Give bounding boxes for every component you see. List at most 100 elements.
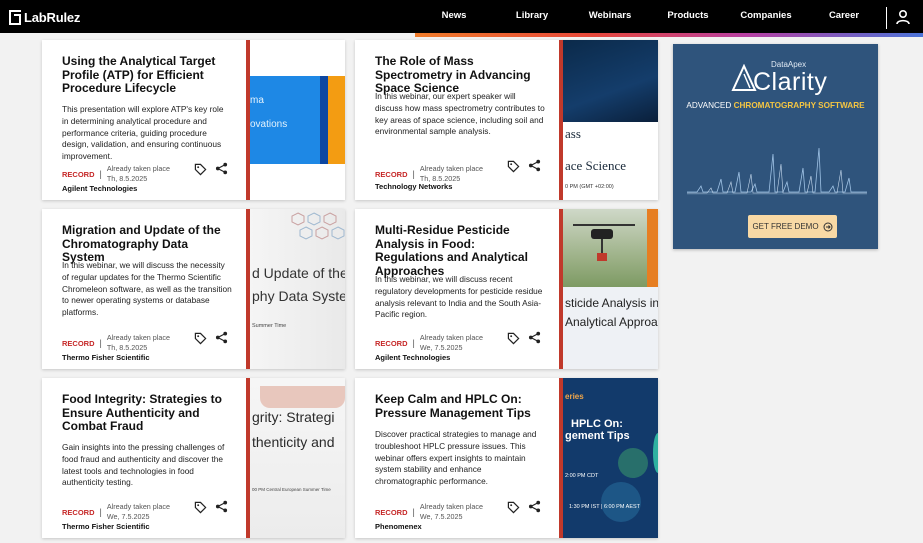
card-title[interactable]: The Role of Mass Spectrometry in Advanci…	[375, 54, 545, 96]
thumb-text: ovations	[250, 119, 288, 130]
nav-webinars[interactable]: Webinars	[589, 10, 632, 21]
nav-career[interactable]: Career	[829, 10, 859, 21]
event-date: We, 7.5.2025	[419, 512, 463, 521]
thumb-text: ma	[250, 95, 264, 106]
record-badge: RECORD	[375, 507, 408, 517]
thumb-text: 0 PM (GMT +02:00)	[565, 184, 614, 190]
logo-text: LabRulez	[24, 9, 81, 25]
record-row: RECORD | Already taken place We, 7.5.202…	[62, 502, 170, 522]
record-badge: RECORD	[375, 169, 408, 179]
tag-icon[interactable]	[194, 163, 207, 176]
thumb-text: 00 PM Central European Summer Time	[252, 487, 331, 492]
tag-icon[interactable]	[194, 332, 207, 345]
taken-place-info: Already taken place We, 7.5.2025	[420, 502, 483, 522]
card-thumbnail[interactable]: eries HPLC On: gement Tips 2:00 PM CDT 1…	[563, 378, 658, 538]
share-icon[interactable]	[528, 500, 541, 513]
nav-products[interactable]: Products	[667, 10, 708, 21]
webinar-card[interactable]: The Role of Mass Spectrometry in Advanci…	[355, 40, 658, 200]
nav-library[interactable]: Library	[516, 10, 548, 21]
user-account-icon[interactable]	[895, 9, 911, 25]
clarity-ad-banner[interactable]: DataApex Clarity ADVANCED CHROMATOGRAPHY…	[673, 44, 878, 249]
thumb-text: grity: Strategi	[252, 409, 335, 425]
chromatogram-graphic	[687, 147, 867, 195]
taken-place-info: Already taken place We, 7.5.2025	[420, 333, 483, 353]
thumb-text: ass	[565, 126, 581, 141]
taken-place-info: Already taken place Th, 8.5.2025	[107, 164, 170, 184]
taken-label: Already taken place	[419, 333, 483, 342]
share-icon[interactable]	[215, 331, 228, 344]
tag-icon[interactable]	[194, 501, 207, 514]
thumb-text: eries	[565, 392, 584, 401]
card-thumbnail[interactable]: grity: Strategi thenticity and 00 PM Cen…	[250, 378, 345, 538]
webinar-card[interactable]: Multi-Residue Pesticide Analysis in Food…	[355, 209, 658, 369]
company-name[interactable]: Agilent Technologies	[375, 353, 450, 362]
record-row: RECORD | Already taken place Th, 8.5.202…	[62, 164, 170, 184]
card-thumbnail[interactable]: sticide Analysis in Analytical Approac	[563, 209, 658, 369]
thumb-text: ace Science	[565, 158, 626, 173]
tag-icon[interactable]	[507, 501, 520, 514]
card-description: In this webinar, we will discuss recent …	[375, 274, 543, 320]
demo-button-label: GET FREE DEMO	[752, 222, 819, 231]
card-title[interactable]: Keep Calm and HPLC On: Pressure Manageme…	[375, 392, 545, 420]
thumb-text: 2:00 PM CDT	[565, 473, 599, 479]
webinar-card[interactable]: Migration and Update of the Chromatograp…	[42, 209, 345, 369]
card-thumbnail[interactable]: ma ovations	[250, 40, 345, 200]
company-name[interactable]: Phenomenex	[375, 522, 422, 531]
nav-news[interactable]: News	[442, 10, 467, 21]
card-thumbnail[interactable]: d Update of the phy Data Syster Summer T…	[250, 209, 345, 369]
card-description: In this webinar, our expert speaker will…	[375, 91, 545, 137]
company-name[interactable]: Agilent Technologies	[62, 184, 137, 193]
get-free-demo-button[interactable]: GET FREE DEMO	[748, 215, 837, 238]
company-name[interactable]: Technology Networks	[375, 182, 452, 191]
share-icon[interactable]	[528, 159, 541, 172]
share-icon[interactable]	[528, 331, 541, 344]
record-badge: RECORD	[62, 169, 95, 179]
share-icon[interactable]	[215, 500, 228, 513]
thumb-text: phy Data Syster	[252, 288, 345, 304]
record-badge: RECORD	[375, 338, 408, 348]
taken-label: Already taken place	[106, 164, 170, 173]
nav-companies[interactable]: Companies	[740, 10, 791, 21]
card-title[interactable]: Multi-Residue Pesticide Analysis in Food…	[375, 223, 545, 278]
card-description: In this webinar, we will discuss the nec…	[62, 260, 232, 318]
thumb-text: HPLC On:	[571, 418, 623, 430]
card-description: Gain insights into the pressing challeng…	[62, 442, 225, 488]
labrulez-logo[interactable]: LabRulez	[9, 8, 80, 26]
share-icon[interactable]	[215, 162, 228, 175]
record-badge: RECORD	[62, 338, 95, 348]
thumb-text: 1:30 PM IST | 6:00 PM AEST	[569, 504, 641, 510]
event-date: We, 7.5.2025	[106, 512, 150, 521]
event-date: Th, 8.5.2025	[106, 343, 148, 352]
thumb-text: Analytical Approac	[565, 315, 658, 329]
taken-label: Already taken place	[419, 502, 483, 511]
card-description: Discover practical strategies to manage …	[375, 429, 537, 487]
company-name[interactable]: Thermo Fisher Scientific	[62, 353, 150, 362]
webinar-card[interactable]: Keep Calm and HPLC On: Pressure Manageme…	[355, 378, 658, 538]
event-date: Th, 8.5.2025	[106, 174, 148, 183]
logo-mark-icon	[9, 9, 21, 25]
nav-gradient-strip	[415, 33, 923, 37]
tag-icon[interactable]	[507, 332, 520, 345]
company-name[interactable]: Thermo Fisher Scientific	[62, 522, 150, 531]
taken-label: Already taken place	[106, 333, 170, 342]
thumb-text: d Update of the	[252, 265, 345, 281]
tag-icon[interactable]	[507, 160, 520, 173]
taken-place-info: Already taken place Th, 8.5.2025	[420, 164, 483, 184]
card-thumbnail[interactable]: ass ace Science 0 PM (GMT +02:00)	[563, 40, 658, 200]
card-title[interactable]: Food Integrity: Strategies to Ensure Aut…	[62, 392, 232, 434]
hexagon-pattern-icon	[291, 212, 345, 240]
ad-brand: Clarity	[753, 68, 828, 96]
taken-label: Already taken place	[419, 164, 483, 173]
record-row: RECORD | Already taken place Th, 8.5.202…	[62, 333, 170, 353]
taken-place-info: Already taken place Th, 8.5.2025	[107, 333, 170, 353]
thumb-text: gement Tips	[565, 430, 630, 442]
thumb-text: thenticity and	[252, 434, 335, 450]
thumb-text: Summer Time	[252, 323, 287, 329]
webinar-card[interactable]: Using the Analytical Target Profile (ATP…	[42, 40, 345, 200]
card-title[interactable]: Migration and Update of the Chromatograp…	[62, 223, 232, 265]
webinar-card[interactable]: Food Integrity: Strategies to Ensure Aut…	[42, 378, 345, 538]
card-title[interactable]: Using the Analytical Target Profile (ATP…	[62, 54, 232, 96]
taken-place-info: Already taken place We, 7.5.2025	[107, 502, 170, 522]
arrow-circle-icon	[823, 222, 833, 231]
card-description: This presentation will explore ATP's key…	[62, 104, 224, 162]
